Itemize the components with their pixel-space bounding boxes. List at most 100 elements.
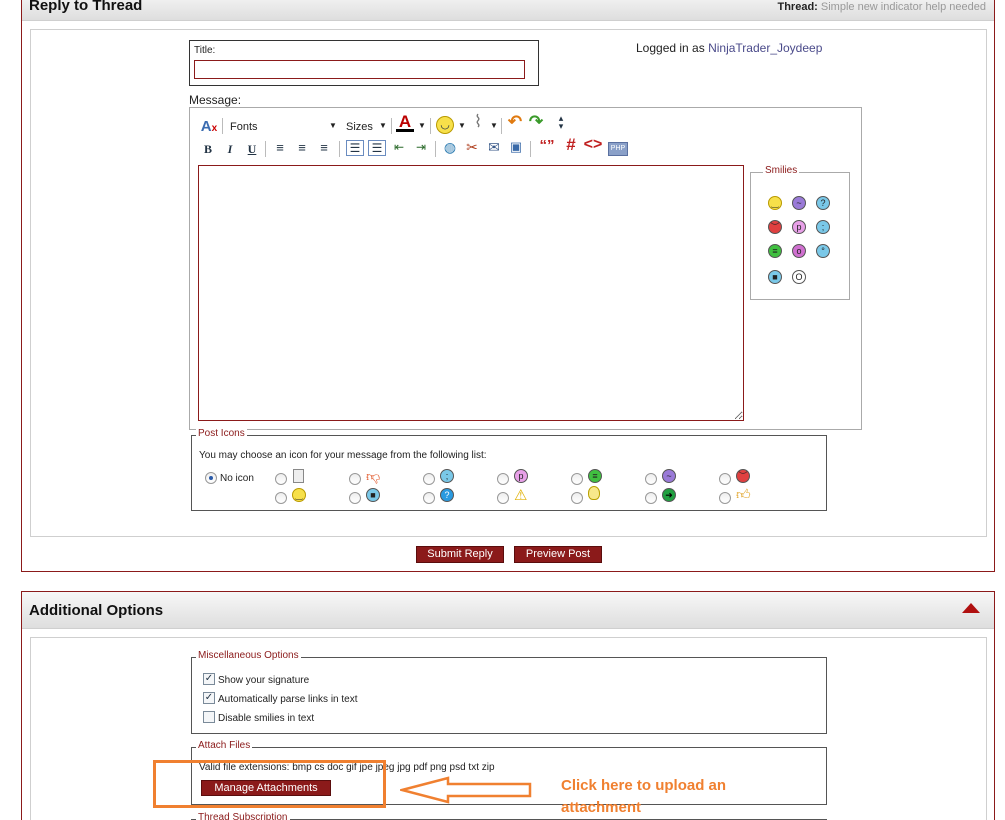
indent-icon[interactable]: ⇥ — [412, 140, 430, 154]
sizes-label: Sizes — [346, 121, 373, 133]
smile-icon: ‿ — [292, 488, 306, 502]
grin-icon: ≡ — [588, 469, 602, 483]
thread-name[interactable]: Simple new indicator help needed — [821, 1, 986, 13]
post-icon-radio[interactable] — [571, 473, 583, 485]
parse-links-checkbox[interactable]: ✓ — [203, 692, 215, 704]
toolbar-separator — [339, 141, 340, 157]
question-icon[interactable]: ? — [816, 196, 830, 210]
remove-link-icon[interactable]: ✂ — [463, 140, 481, 154]
remove-format-icon[interactable]: Ax — [200, 119, 218, 136]
post-icon-radio[interactable] — [719, 492, 731, 504]
toolbar-separator — [435, 141, 436, 157]
post-icon-radio[interactable] — [349, 492, 361, 504]
insert-link-icon[interactable]: ◍ — [441, 140, 459, 154]
post-icon-radio[interactable] — [349, 473, 361, 485]
post-icon-radio[interactable] — [571, 492, 583, 504]
logged-in-prefix: Logged in as — [636, 41, 705, 55]
post-icon-radio[interactable] — [497, 473, 509, 485]
unordered-list-icon[interactable]: ☰ — [368, 140, 386, 156]
post-icon-radio[interactable] — [719, 473, 731, 485]
toolbar-separator — [501, 118, 502, 134]
title-label: Title: — [194, 45, 216, 56]
editor-toolbar: Ax Fonts ▼ Sizes ▼ A ▼ ◡ ▼ ⌇ ▼ ↶ ↷ ▴ ▾ B… — [194, 112, 854, 157]
post-icon-radio[interactable] — [423, 473, 435, 485]
mad-icon: ︶ — [736, 469, 750, 483]
align-right-icon[interactable]: ≡ — [316, 141, 332, 155]
italic-button[interactable]: I — [224, 142, 236, 156]
redo-icon[interactable]: ↷ — [527, 113, 545, 130]
reply-form-area: Title: Logged in as NinjaTrader_Joydeep … — [30, 29, 987, 537]
grin-icon[interactable]: ≡ — [768, 244, 782, 258]
post-icon-radio[interactable] — [275, 492, 287, 504]
align-center-icon[interactable]: ≡ — [294, 141, 310, 155]
post-icons-hint: You may choose an icon for your message … — [199, 450, 487, 461]
toolbar-separator — [265, 141, 266, 157]
tongue-icon[interactable]: p — [792, 220, 806, 234]
document-icon — [293, 469, 304, 483]
post-icon-radio[interactable] — [275, 473, 287, 485]
php-icon[interactable]: PHP — [608, 142, 628, 156]
align-left-icon[interactable]: ≡ — [272, 141, 288, 155]
preview-post-button[interactable]: Preview Post — [514, 546, 602, 563]
fonts-dropdown[interactable]: Fonts ▼ — [226, 119, 338, 135]
chevron-down-icon: ▼ — [379, 121, 387, 130]
chevron-down-icon: ▼ — [329, 121, 337, 130]
bold-button[interactable]: B — [202, 142, 214, 156]
post-icon-radio[interactable] — [423, 492, 435, 504]
confused-icon[interactable]: ~ — [792, 196, 806, 210]
arrow-icon: ➜ — [662, 488, 676, 502]
post-icon-radio[interactable] — [645, 492, 657, 504]
smilies-legend: Smilies — [763, 165, 800, 176]
confused-icon: ~ — [662, 469, 676, 483]
toolbar-separator — [391, 118, 392, 134]
underline-button[interactable]: U — [246, 142, 258, 156]
message-textarea[interactable] — [198, 165, 744, 421]
insert-image-icon[interactable]: ▣ — [507, 140, 525, 154]
logged-in-text: Logged in as NinjaTrader_Joydeep — [636, 41, 822, 55]
eek-icon[interactable]: O — [792, 270, 806, 284]
email-link-icon[interactable]: ✉ — [485, 140, 503, 154]
ordered-list-icon[interactable]: ☰ — [346, 140, 364, 156]
no-icon-radio[interactable] — [205, 472, 217, 484]
fonts-label: Fonts — [230, 121, 258, 133]
post-icon-radio[interactable] — [645, 473, 657, 485]
outdent-icon[interactable]: ⇤ — [390, 140, 408, 154]
thumbs-up-icon: 👍︎ — [736, 486, 751, 502]
misc-options-box: Miscellaneous Options ✓ Show your signat… — [191, 650, 827, 734]
cool-eyes-icon[interactable]: o — [792, 244, 806, 258]
post-icons-legend: Post Icons — [196, 428, 247, 439]
undo-icon[interactable]: ↶ — [506, 113, 524, 130]
wink-icon[interactable]: ; — [816, 220, 830, 234]
quote-icon[interactable]: “” — [536, 138, 558, 153]
chevron-down-icon[interactable]: ▼ — [458, 121, 466, 130]
post-icons-box: Post Icons You may choose an icon for yo… — [191, 428, 827, 511]
sizes-dropdown[interactable]: Sizes ▼ — [342, 119, 388, 135]
title-box: Title: — [189, 40, 539, 86]
paperclip-icon[interactable]: ⌇ — [471, 113, 485, 130]
parse-links-label: Automatically parse links in text — [218, 694, 358, 705]
username-link[interactable]: NinjaTrader_Joydeep — [708, 41, 822, 55]
code-icon[interactable]: <> — [582, 137, 604, 153]
mad-icon[interactable]: ︶ — [768, 220, 782, 234]
resize-icon[interactable]: ▴ ▾ — [556, 114, 566, 131]
hash-icon[interactable]: # — [564, 136, 578, 153]
show-signature-checkbox[interactable]: ✓ — [203, 673, 215, 685]
reply-panel-header: Reply to Thread Thread: Simple new indic… — [22, 0, 994, 21]
smilies-box: Smilies ‿ ~ ? ︶ p ; ≡ o ° ■ O — [750, 165, 850, 300]
chevron-down-icon[interactable]: ▼ — [418, 121, 426, 130]
smiley-icon[interactable]: ◡ — [436, 116, 454, 134]
smile-icon[interactable]: ‿ — [768, 196, 782, 210]
collapse-icon[interactable] — [962, 603, 980, 613]
post-icon-radio[interactable] — [497, 492, 509, 504]
chevron-down-icon[interactable]: ▼ — [490, 121, 498, 130]
title-input[interactable] — [194, 60, 525, 79]
thread-label: Thread: — [777, 1, 818, 13]
annotation-highlight-box — [153, 760, 386, 808]
submit-reply-button[interactable]: Submit Reply — [416, 546, 504, 563]
cool-icon[interactable]: ■ — [768, 270, 782, 284]
message-label: Message: — [189, 93, 242, 107]
disable-smilies-checkbox[interactable] — [203, 711, 215, 723]
rolleyes-icon[interactable]: ° — [816, 244, 830, 258]
additional-options-header[interactable]: Additional Options — [22, 592, 994, 629]
font-color-icon[interactable]: A — [396, 113, 414, 132]
